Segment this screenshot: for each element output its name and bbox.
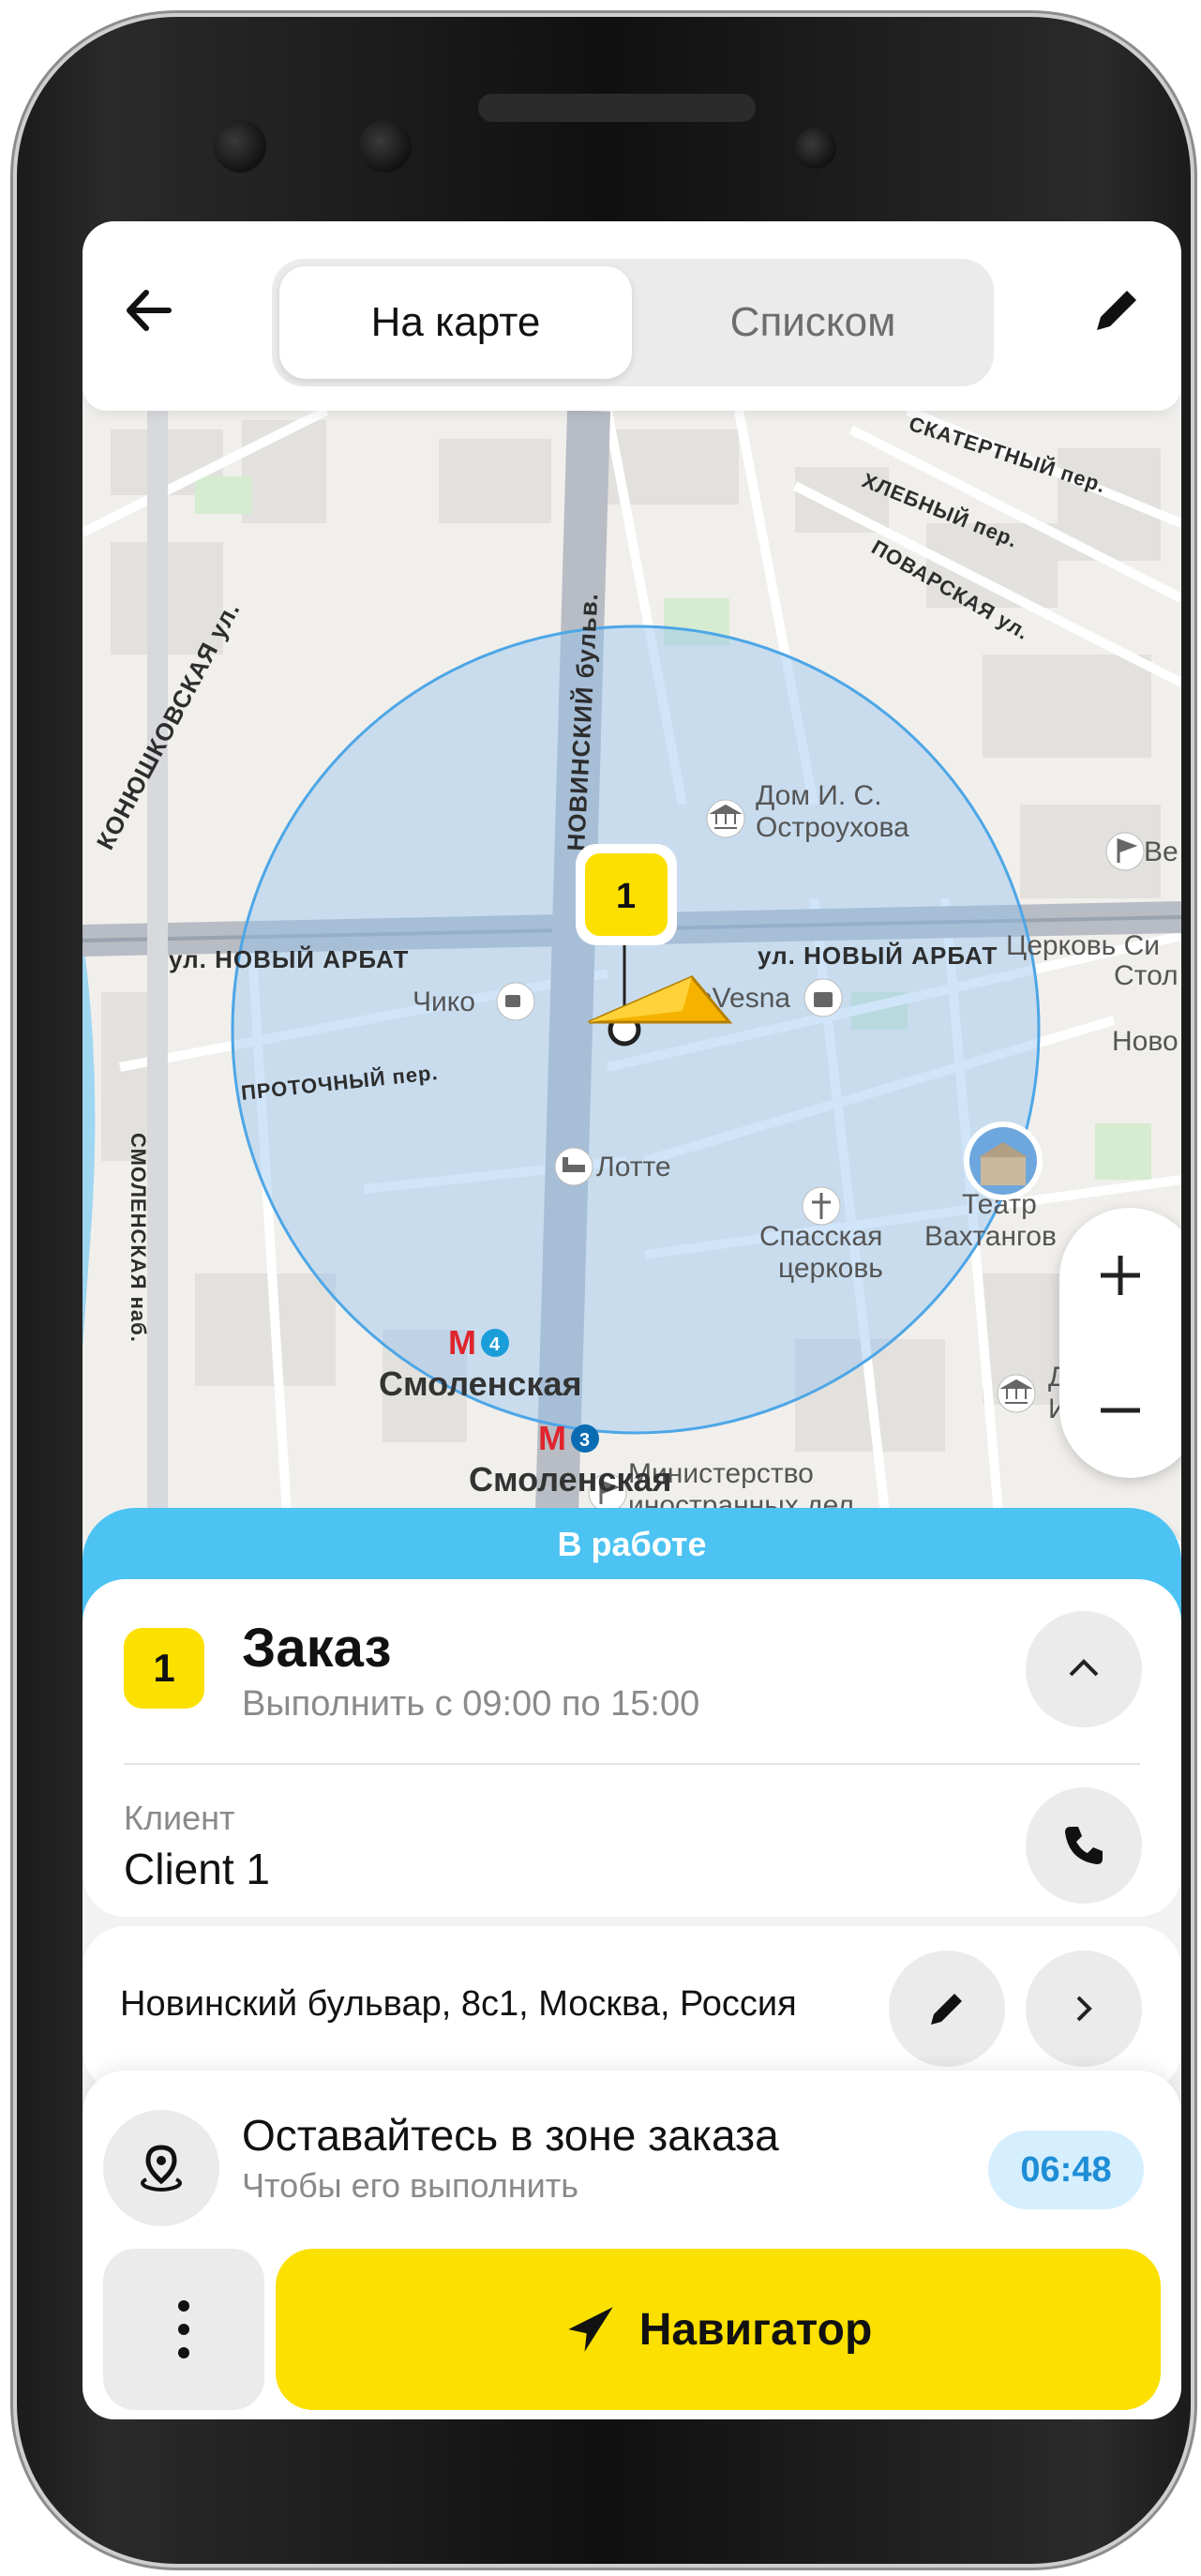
svg-text:1: 1 — [616, 877, 636, 916]
front-sensor — [359, 120, 412, 173]
poi-label: Спасская — [759, 1221, 882, 1252]
app-screen: ул. НОВЫЙ АРБАТ ул. НОВЫЙ АРБАТ НОВИНСКИ… — [83, 221, 1181, 2419]
zone-timer: 06:48 — [988, 2131, 1144, 2209]
proximity-sensor — [795, 128, 836, 169]
cafe-icon — [496, 982, 535, 1021]
earpiece-speaker — [478, 94, 756, 122]
poi-label: церковь — [778, 1253, 883, 1284]
chevron-right-icon — [1076, 1996, 1092, 2022]
zone-indicator — [103, 2110, 219, 2226]
metro-station-label: Смоленская — [379, 1364, 581, 1403]
more-menu-button[interactable] — [103, 2249, 264, 2410]
poi-label: Остроухова — [756, 812, 909, 843]
address-details-button[interactable] — [1026, 1951, 1142, 2067]
church-icon — [802, 1186, 841, 1226]
chevron-up-icon — [1069, 1659, 1099, 1677]
order-address: Новинский бульвар, 8с1, Москва, Россия — [120, 1984, 797, 2024]
theater-photo-icon — [964, 1122, 1043, 1200]
street-label: ул. НОВЫЙ АРБАТ — [758, 942, 998, 970]
order-card: 1 Заказ Выполнить с 09:00 по 15:00 Клиен… — [83, 1579, 1181, 1917]
metro-station-label: Смоленская — [469, 1460, 671, 1499]
street-label: ул. НОВЫЙ АРБАТ — [169, 945, 409, 973]
poi-label: Вахтангов — [924, 1221, 1057, 1252]
back-button[interactable] — [116, 278, 182, 343]
poi-label: Церковь Си — [1006, 930, 1160, 961]
zoom-control — [1059, 1208, 1181, 1478]
status-label: В работе — [557, 1525, 707, 1563]
pencil-icon — [931, 1994, 962, 2025]
collapse-button[interactable] — [1026, 1611, 1142, 1727]
navigation-arrow-icon — [568, 2307, 613, 2352]
poi-label: Стол — [1114, 960, 1178, 991]
shopping-bag-icon — [803, 978, 843, 1017]
phone-frame: ул. НОВЫЙ АРБАТ ул. НОВЫЙ АРБАТ НОВИНСКИ… — [17, 17, 1191, 2564]
order-title: Заказ — [242, 1618, 392, 1679]
back-arrow-icon — [127, 290, 172, 331]
zoom-out-button[interactable] — [1059, 1343, 1181, 1478]
map-view[interactable]: ул. НОВЫЙ АРБАТ ул. НОВЫЙ АРБАТ НОВИНСКИ… — [83, 411, 1181, 1647]
top-bar: На карте Списком — [83, 221, 1181, 411]
more-vertical-icon — [178, 2300, 189, 2358]
client-label: Клиент — [124, 1799, 235, 1837]
navigator-button[interactable]: Навигатор — [276, 2249, 1161, 2410]
minus-icon — [1101, 1408, 1140, 1413]
address-card: Новинский бульвар, 8с1, Москва, Россия — [83, 1926, 1181, 2093]
view-mode-switch: На карте Списком — [272, 259, 994, 386]
front-camera — [214, 120, 266, 173]
order-time-window: Выполнить с 09:00 по 15:00 — [242, 1684, 700, 1724]
svg-text:М: М — [538, 1419, 566, 1457]
poi-label: Лотте — [596, 1152, 671, 1183]
poi-label: Ве — [1144, 836, 1178, 867]
pencil-icon — [1097, 291, 1136, 330]
flag-icon — [1105, 832, 1145, 871]
order-number-badge: 1 — [124, 1628, 204, 1709]
street-label: СМОЛЕНСКАЯ наб. — [127, 1133, 150, 1343]
poi-label: Дом И. С. — [756, 780, 882, 811]
zone-title: Оставайтесь в зоне заказа — [242, 2111, 779, 2160]
edit-address-button[interactable] — [889, 1951, 1005, 2067]
poi-label: Ново — [1112, 1026, 1178, 1057]
svg-text:М: М — [448, 1323, 476, 1362]
phone-icon — [1065, 1827, 1103, 1864]
museum-icon — [997, 1374, 1036, 1413]
tab-map[interactable]: На карте — [279, 266, 632, 379]
location-pin-icon — [141, 2145, 182, 2192]
zoom-in-button[interactable] — [1059, 1208, 1181, 1343]
museum-icon — [706, 799, 745, 838]
divider — [124, 1763, 1140, 1765]
zone-subtitle: Чтобы его выполнить — [242, 2166, 578, 2205]
client-name: Client 1 — [124, 1845, 270, 1893]
edit-button[interactable] — [1084, 278, 1149, 343]
map-canvas: ул. НОВЫЙ АРБАТ ул. НОВЫЙ АРБАТ НОВИНСКИ… — [83, 411, 1181, 1545]
plus-icon — [1101, 1256, 1140, 1295]
zone-card: Оставайтесь в зоне заказа Чтобы его выпо… — [83, 2071, 1181, 2419]
call-client-button[interactable] — [1026, 1787, 1142, 1904]
svg-text:3: 3 — [579, 1430, 590, 1451]
navigator-label: Навигатор — [638, 2304, 873, 2355]
svg-text:4: 4 — [489, 1334, 501, 1355]
tab-list[interactable]: Списком — [639, 266, 986, 379]
hotel-icon — [554, 1147, 593, 1186]
poi-label: Чико — [413, 987, 475, 1017]
